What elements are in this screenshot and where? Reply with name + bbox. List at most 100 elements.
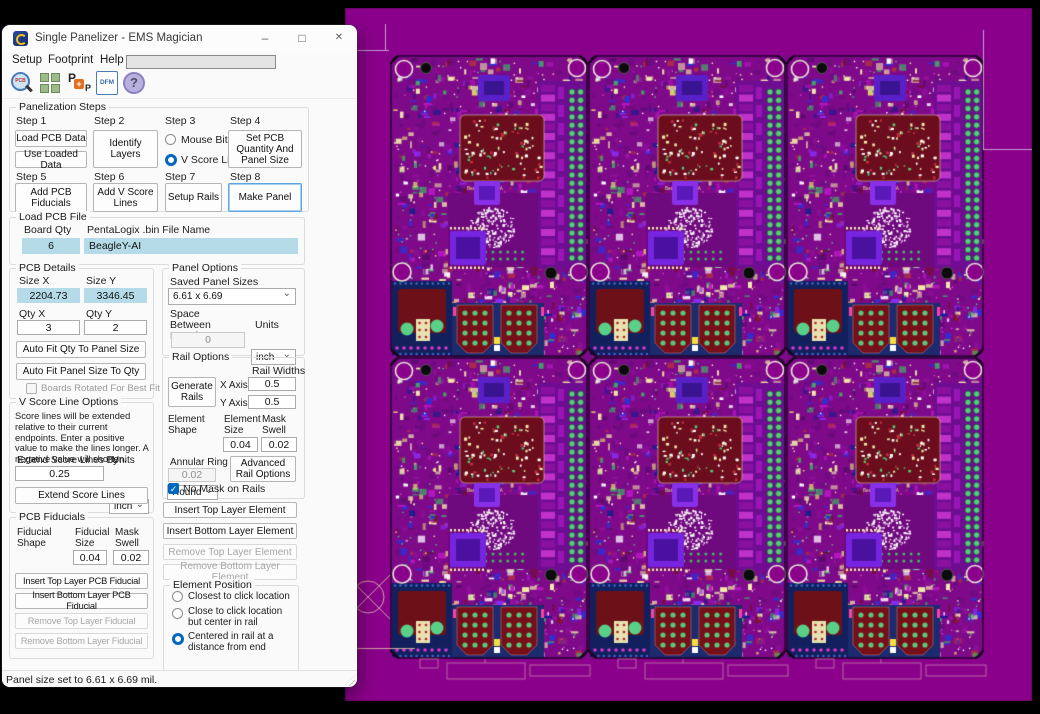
add-pcb-fiducials-button[interactable]: Add PCB Fiducials bbox=[15, 183, 87, 212]
menu-bar: Setup Footprint Help bbox=[2, 52, 357, 69]
saved-panel-sizes-label: Saved Panel Sizes bbox=[170, 276, 258, 288]
extend-score-lines-input[interactable]: 0.25 bbox=[15, 466, 104, 481]
add-v-score-lines-button[interactable]: Add V Score Lines bbox=[93, 183, 158, 212]
app-icon bbox=[13, 31, 28, 46]
minimize-button[interactable]: – bbox=[258, 31, 272, 45]
insert-top-layer-element-button[interactable]: Insert Top Layer Element bbox=[163, 502, 297, 518]
x-axis-label: X Axis bbox=[220, 380, 248, 391]
no-mask-on-rails-label: No Mask on Rails bbox=[183, 483, 265, 495]
centered-in-rail-label: Centered in rail at a distance from end bbox=[188, 631, 290, 653]
file-name-value: BeagleY-AI bbox=[84, 238, 298, 254]
size-x-label: Size X bbox=[19, 275, 49, 287]
pcb-search-icon[interactable]: PCB bbox=[10, 71, 34, 95]
y-axis-rail-input[interactable]: 0.5 bbox=[248, 395, 296, 409]
menu-setup[interactable]: Setup bbox=[12, 54, 42, 66]
close-center-rail-label: Close to click location but center in ra… bbox=[188, 606, 290, 628]
menu-textbox[interactable] bbox=[126, 55, 276, 69]
fiducial-shape-label: Fiducial Shape bbox=[17, 527, 59, 549]
load-pcb-data-button[interactable]: Load PCB Data bbox=[15, 130, 87, 147]
window-title: Single Panelizer - EMS Magician bbox=[35, 32, 202, 44]
rail-mask-swell-label: Mask Swell bbox=[262, 414, 297, 436]
rail-widths-label: Rail Widths bbox=[252, 365, 305, 377]
menu-help[interactable]: Help bbox=[100, 54, 124, 66]
qty-y-label: Qty Y bbox=[86, 308, 112, 320]
element-size-input[interactable]: 0.04 bbox=[223, 437, 258, 452]
close-center-rail-radio[interactable] bbox=[172, 608, 183, 619]
annular-ring-label: Annular Ring bbox=[170, 457, 228, 468]
dfm-icon[interactable]: DFM bbox=[95, 71, 119, 95]
fiducial-mask-swell-label: Mask Swell bbox=[115, 527, 150, 549]
space-between-boards-input[interactable]: 0 bbox=[171, 332, 245, 348]
size-x-value: 2204.73 bbox=[17, 288, 80, 303]
closest-to-click-label: Closest to click location bbox=[188, 591, 290, 602]
v-score-units-label: Units bbox=[112, 455, 135, 466]
size-y-label: Size Y bbox=[86, 275, 116, 287]
insert-top-fiducial-button[interactable]: Insert Top Layer PCB Fiducial bbox=[15, 573, 148, 589]
generate-rails-button[interactable]: Generate Rails bbox=[168, 377, 216, 407]
resize-grip[interactable] bbox=[344, 675, 355, 686]
pcb-panel-preview[interactable] bbox=[345, 8, 1032, 701]
v-score-lines-radio[interactable] bbox=[165, 154, 177, 166]
qty-x-input[interactable]: 3 bbox=[17, 320, 80, 335]
use-loaded-data-button[interactable]: Use Loaded Data bbox=[15, 151, 87, 168]
auto-fit-qty-button[interactable]: Auto Fit Qty To Panel Size bbox=[16, 341, 146, 358]
remove-bottom-layer-element-button[interactable]: Remove Bottom Layer Element bbox=[163, 564, 297, 580]
mouse-bites-radio[interactable] bbox=[165, 134, 176, 145]
close-button[interactable]: ✕ bbox=[332, 31, 346, 45]
auto-fit-panel-button[interactable]: Auto Fit Panel Size To Qty bbox=[16, 363, 146, 380]
extend-score-lines-button[interactable]: Extend Score Lines bbox=[15, 487, 148, 504]
extend-score-lines-by-label: Extend Score Lines By bbox=[17, 455, 118, 466]
units-label: Units bbox=[255, 319, 279, 331]
centered-in-rail-radio[interactable] bbox=[172, 633, 184, 645]
saved-panel-sizes-dropdown[interactable]: 6.61 x 6.69 bbox=[168, 288, 296, 305]
closest-to-click-radio[interactable] bbox=[172, 591, 183, 602]
step4-label: Step 4 bbox=[230, 115, 260, 127]
size-y-value: 3346.45 bbox=[84, 288, 147, 303]
board-qty-value: 6 bbox=[22, 238, 80, 254]
step8-label: Step 8 bbox=[230, 171, 260, 183]
element-shape-label: Element Shape bbox=[168, 414, 213, 436]
pcb-panel-canvas[interactable] bbox=[345, 8, 1032, 701]
pick-place-icon[interactable]: P + P bbox=[68, 71, 92, 95]
remove-top-fiducial-button[interactable]: Remove Top Layer Fiducial bbox=[15, 613, 148, 629]
set-pcb-quantity-button[interactable]: Set PCB Quantity And Panel Size bbox=[228, 130, 302, 168]
help-icon[interactable]: ? bbox=[122, 71, 146, 95]
toolbar: PCB P + P DFM ? bbox=[2, 69, 357, 99]
setup-rails-button[interactable]: Setup Rails bbox=[165, 183, 222, 212]
boards-rotated-label: Boards Rotated For Best Fit bbox=[41, 383, 160, 394]
identify-layers-button[interactable]: Identify Layers bbox=[93, 130, 158, 168]
boards-rotated-checkbox[interactable] bbox=[26, 383, 37, 394]
fiducial-mask-swell-input[interactable]: 0.02 bbox=[113, 550, 149, 565]
file-name-label: PentaLogix .bin File Name bbox=[87, 224, 210, 236]
y-axis-label: Y Axis bbox=[220, 398, 248, 409]
board-qty-label: Board Qty bbox=[24, 224, 71, 236]
fiducial-size-input[interactable]: 0.04 bbox=[73, 550, 107, 565]
insert-bottom-fiducial-button[interactable]: Insert Bottom Layer PCB Fiducial bbox=[15, 593, 148, 609]
annular-ring-input[interactable]: 0.02 bbox=[168, 468, 216, 482]
step3-label: Step 3 bbox=[165, 115, 195, 127]
fiducial-size-label: Fiducial Size bbox=[75, 527, 115, 549]
maximize-button[interactable]: □ bbox=[295, 31, 309, 45]
step2-label: Step 2 bbox=[94, 115, 124, 127]
rail-mask-swell-input[interactable]: 0.02 bbox=[261, 437, 297, 452]
status-bar: Panel size set to 6.61 x 6.69 mil. bbox=[2, 670, 357, 687]
remove-bottom-fiducial-button[interactable]: Remove Bottom Layer Fiducial bbox=[15, 633, 148, 649]
remove-top-layer-element-button[interactable]: Remove Top Layer Element bbox=[163, 544, 297, 560]
title-bar[interactable]: Single Panelizer - EMS Magician – □ ✕ bbox=[2, 25, 357, 52]
step1-label: Step 1 bbox=[16, 115, 46, 127]
panel-grid-icon[interactable] bbox=[40, 71, 64, 97]
status-text: Panel size set to 6.61 x 6.69 mil. bbox=[6, 674, 157, 686]
menu-footprint[interactable]: Footprint bbox=[48, 54, 93, 66]
no-mask-on-rails-checkbox[interactable]: ✓ bbox=[168, 483, 179, 494]
make-panel-button[interactable]: Make Panel bbox=[228, 183, 302, 212]
step5-label: Step 5 bbox=[16, 171, 46, 183]
qty-y-input[interactable]: 2 bbox=[84, 320, 147, 335]
insert-bottom-layer-element-button[interactable]: Insert Bottom Layer Element bbox=[163, 523, 297, 539]
step7-label: Step 7 bbox=[165, 171, 195, 183]
element-size-label: Element Size bbox=[224, 414, 266, 436]
step6-label: Step 6 bbox=[94, 171, 124, 183]
app-window: Single Panelizer - EMS Magician – □ ✕ Se… bbox=[2, 25, 357, 687]
x-axis-rail-input[interactable]: 0.5 bbox=[248, 377, 296, 391]
advanced-rail-options-button[interactable]: Advanced Rail Options bbox=[230, 456, 296, 482]
qty-x-label: Qty X bbox=[19, 308, 45, 320]
